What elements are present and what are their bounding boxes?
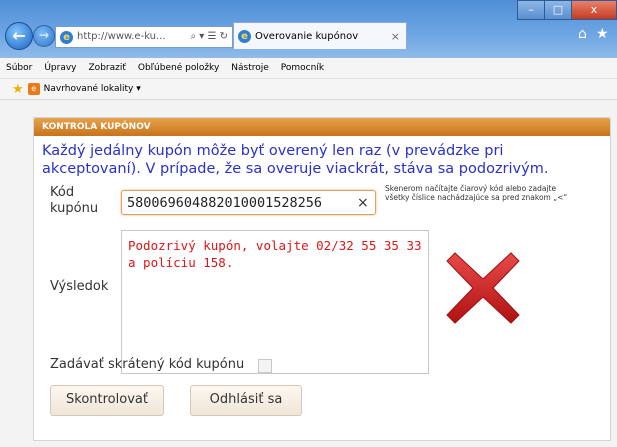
- result-text: Podozrivý kupón, volajte 02/32 55 35 33 …: [128, 238, 422, 270]
- tab-close-icon[interactable]: ×: [391, 30, 406, 43]
- check-button[interactable]: Skontrolovať: [50, 385, 164, 416]
- menu-item-nastroje[interactable]: Nástroje: [231, 63, 269, 73]
- menu-bar: Súbor Úpravy Zobraziť Obľúbené položky N…: [0, 58, 617, 79]
- coupon-code-field[interactable]: ×: [121, 190, 376, 215]
- scanner-hint: Skenerom načítajte čiarový kód alebo zad…: [385, 184, 568, 202]
- address-bar[interactable]: e http://www.e-ku... ⌕ ▾ ☰ ↻: [55, 26, 233, 48]
- logout-button[interactable]: Odhlásiť sa: [190, 385, 302, 416]
- home-icon[interactable]: ⌂: [578, 26, 587, 42]
- suggested-sites-icon: e: [27, 83, 40, 95]
- favorites-bar: ★ e Navrhované lokality ▾: [0, 79, 617, 100]
- coupon-check-panel: KONTROLA KUPÓNOV Každý jedálny kupón môž…: [33, 117, 611, 441]
- clear-icon[interactable]: ×: [354, 195, 369, 211]
- menu-item-pomocnik[interactable]: Pomocník: [281, 63, 324, 73]
- maximize-button[interactable]: □: [544, 0, 572, 20]
- coupon-code-input[interactable]: [122, 193, 354, 212]
- code-label-line2: kupónu: [50, 201, 99, 216]
- browser-titlebar: – □ x ← → e http://www.e-ku... ⌕ ▾ ☰ ↻ e…: [0, 0, 617, 58]
- back-arrow-icon[interactable]: ←: [5, 22, 33, 50]
- suggested-sites-link[interactable]: Navrhované lokality ▾: [44, 84, 141, 94]
- ie-logo-icon: e: [60, 30, 73, 44]
- tab-ie-icon: e: [238, 29, 251, 43]
- notice-text: Každý jedálny kupón môže byť overený len…: [42, 143, 549, 177]
- result-box: Podozrivý kupón, volajte 02/32 55 35 33 …: [121, 230, 429, 374]
- star-icon[interactable]: ★: [596, 26, 609, 42]
- address-url[interactable]: http://www.e-ku...: [77, 27, 191, 47]
- menu-item-subor[interactable]: Súbor: [6, 63, 32, 73]
- close-window-button[interactable]: x: [571, 0, 617, 20]
- result-label: Výsledok: [50, 279, 109, 294]
- window-controls: – □ x: [517, 0, 617, 20]
- menu-item-oblubene[interactable]: Obľúbené položky: [138, 63, 219, 73]
- tab-title: Overovanie kupónov: [255, 30, 359, 42]
- red-x-icon: [446, 252, 520, 324]
- menu-item-upravy[interactable]: Úpravy: [44, 63, 76, 73]
- short-code-label: Zadávať skrátený kód kupónu: [50, 357, 245, 372]
- forward-arrow-icon[interactable]: →: [33, 25, 55, 47]
- code-label-line1: Kód: [50, 185, 75, 200]
- code-label: Kód kupónu: [50, 185, 98, 217]
- address-tools[interactable]: ⌕ ▾ ☰ ↻: [191, 27, 233, 47]
- minimize-button[interactable]: –: [517, 0, 545, 20]
- menu-item-zobrazit[interactable]: Zobraziť: [89, 63, 126, 73]
- favorites-star-icon[interactable]: ★: [12, 82, 24, 97]
- panel-header: KONTROLA KUPÓNOV: [34, 118, 610, 136]
- tab-overovanie[interactable]: e Overovanie kupónov ×: [233, 22, 407, 49]
- short-code-checkbox[interactable]: [258, 359, 272, 373]
